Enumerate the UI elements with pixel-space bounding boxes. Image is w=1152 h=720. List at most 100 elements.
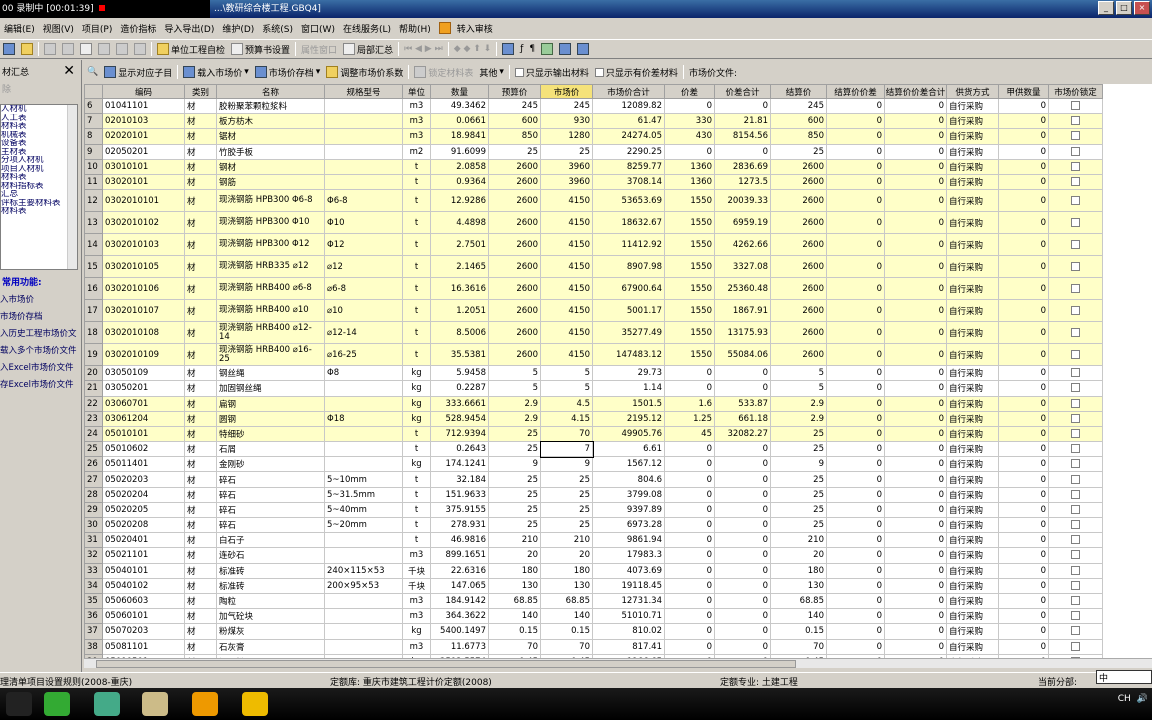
table-cell[interactable]: 0.0661	[430, 113, 489, 130]
menu-item-0[interactable]: 编辑(E)	[0, 22, 39, 35]
table-cell[interactable]: 4150	[540, 189, 593, 213]
table-cell[interactable]: 0	[884, 577, 947, 594]
table-cell[interactable]: 0	[998, 577, 1049, 594]
table-cell[interactable]: 8259.77	[592, 158, 665, 175]
table-cell[interactable]: 0	[998, 592, 1049, 610]
table-cell[interactable]: 0	[998, 638, 1049, 655]
table-cell[interactable]: 连砂石	[216, 547, 325, 564]
table-cell[interactable]: 25	[488, 143, 541, 160]
table-cell[interactable]: 25	[770, 425, 827, 443]
table-cell[interactable]: Φ10	[324, 211, 403, 235]
table-cell[interactable]: 05021101	[102, 547, 185, 564]
market-lock-checkbox[interactable]	[1048, 173, 1103, 191]
table-row[interactable]: 29 05020205 材碎石 5~40mm t 375.9155 25 25 9397.89 0…	[84, 501, 1103, 519]
table-cell[interactable]: 材	[184, 380, 217, 397]
maximize-button[interactable]: □	[1116, 1, 1132, 15]
table-cell[interactable]: 1550	[664, 255, 715, 279]
table-cell[interactable]: 600	[488, 113, 541, 130]
table-cell[interactable]: 0	[998, 277, 1049, 301]
table-cell[interactable]: 46.9816	[430, 532, 489, 549]
table-cell[interactable]: 0	[664, 516, 715, 534]
table-cell[interactable]: 自行采购	[946, 211, 999, 235]
table-cell[interactable]: Φ18	[324, 410, 403, 427]
table-cell[interactable]: 184.9142	[430, 592, 489, 610]
table-cell[interactable]: t	[402, 343, 431, 367]
menu-item-1[interactable]: 视图(V)	[39, 22, 78, 35]
table-cell[interactable]: 0	[998, 211, 1049, 235]
table-cell[interactable]: 2600	[770, 158, 827, 175]
table-cell[interactable]: 245	[540, 97, 593, 115]
table-cell[interactable]: 9861.94	[592, 532, 665, 549]
table-cell[interactable]: 0	[884, 143, 947, 160]
table-cell[interactable]: 25	[488, 441, 541, 458]
market-lock-checkbox[interactable]	[1048, 608, 1103, 625]
table-cell[interactable]: 自行采购	[946, 113, 999, 130]
table-cell[interactable]: 2600	[770, 299, 827, 323]
table-cell[interactable]: 11412.92	[592, 233, 665, 257]
table-cell[interactable]: 0	[884, 173, 947, 191]
export-icon[interactable]	[556, 43, 574, 55]
menu-item-7[interactable]: 窗口(W)	[297, 22, 339, 35]
table-cell[interactable]	[324, 380, 403, 397]
table-cell[interactable]: 0	[826, 365, 885, 382]
table-cell[interactable]: ⌀6-8	[324, 277, 403, 301]
table-cell[interactable]: 130	[488, 577, 541, 594]
table-row[interactable]: 26 05011401 材金刚砂 kg 174.1241 9 9 1567.12 0 0 9 0 0 自行…	[84, 456, 1103, 473]
table-cell[interactable]: 材	[184, 516, 217, 534]
table-cell[interactable]: 胶粉聚苯颗粒浆料	[216, 97, 325, 115]
table-cell[interactable]: 0	[998, 410, 1049, 427]
sidebar-list-item[interactable]: 汇总	[1, 190, 77, 199]
table-cell[interactable]: 0	[826, 158, 885, 175]
table-cell[interactable]: 9	[770, 456, 827, 473]
market-lock-checkbox[interactable]	[1048, 577, 1103, 594]
table-cell[interactable]: 29.73	[592, 365, 665, 382]
table-cell[interactable]: 70	[540, 425, 593, 443]
table-row[interactable]: 33 05040101 材标准砖 240×115×53 千块 22.6316 180 180 4…	[84, 562, 1103, 579]
table-row[interactable]: 36 05060101 材加气砼块 m3 364.3622 140 140 51010.71 0…	[84, 608, 1103, 625]
table-cell[interactable]: 05070203	[102, 623, 185, 640]
table-cell[interactable]: 自行采购	[946, 425, 999, 443]
table-cell[interactable]: 49.3462	[430, 97, 489, 115]
table-cell[interactable]: 自行采购	[946, 516, 999, 534]
table-cell[interactable]: 4262.66	[714, 233, 771, 257]
table-cell[interactable]: 68.85	[540, 592, 593, 610]
market-lock-checkbox[interactable]	[1048, 562, 1103, 579]
formula-icon[interactable]: ƒ	[517, 44, 526, 54]
table-cell[interactable]	[324, 623, 403, 640]
table-cell[interactable]: 53653.69	[592, 189, 665, 213]
table-cell[interactable]: 自行采购	[946, 623, 999, 640]
table-cell[interactable]: 2.9	[488, 410, 541, 427]
table-cell[interactable]: 0	[826, 128, 885, 145]
table-cell[interactable]: 810.02	[592, 623, 665, 640]
table-cell[interactable]: 2600	[488, 189, 541, 213]
function-link[interactable]: 入历史工程市场价文	[0, 326, 82, 343]
table-cell[interactable]: 0	[998, 486, 1049, 503]
column-header[interactable]: 甲供数量	[998, 84, 1049, 99]
table-cell[interactable]: 05020401	[102, 532, 185, 549]
table-row[interactable]: 13 0302010102 材现浇钢筋 HPB300 Φ10 Φ10 t 4.4898 26…	[84, 211, 1103, 235]
table-cell[interactable]: 0	[998, 128, 1049, 145]
ime-indicator[interactable]: 中	[1096, 670, 1152, 684]
table-cell[interactable]: 材	[184, 143, 217, 160]
table-cell[interactable]: 0.2643	[430, 441, 489, 458]
table-cell[interactable]: 1501.5	[592, 395, 665, 412]
table-cell[interactable]: 3708.14	[592, 173, 665, 191]
table-cell[interactable]: 21.81	[714, 113, 771, 130]
green-icon[interactable]	[538, 43, 556, 55]
table-cell[interactable]: 130	[770, 577, 827, 594]
market-lock-checkbox[interactable]	[1048, 233, 1103, 257]
table-cell[interactable]: 材	[184, 425, 217, 443]
table-cell[interactable]: 1280	[540, 128, 593, 145]
market-lock-checkbox[interactable]	[1048, 501, 1103, 519]
table-cell[interactable]: 4150	[540, 321, 593, 345]
table-cell[interactable]: m3	[402, 547, 431, 564]
table-cell[interactable]: 03010101	[102, 158, 185, 175]
table-cell[interactable]: 0302010105	[102, 255, 185, 279]
table-cell[interactable]: 0	[826, 395, 885, 412]
table-cell[interactable]: 0	[826, 211, 885, 235]
table-cell[interactable]: 240×115×53	[324, 562, 403, 579]
table-cell[interactable]: 0	[884, 562, 947, 579]
table-cell[interactable]: 5001.17	[592, 299, 665, 323]
table-cell[interactable]: 5	[540, 365, 593, 382]
table-cell[interactable]: 140	[488, 608, 541, 625]
